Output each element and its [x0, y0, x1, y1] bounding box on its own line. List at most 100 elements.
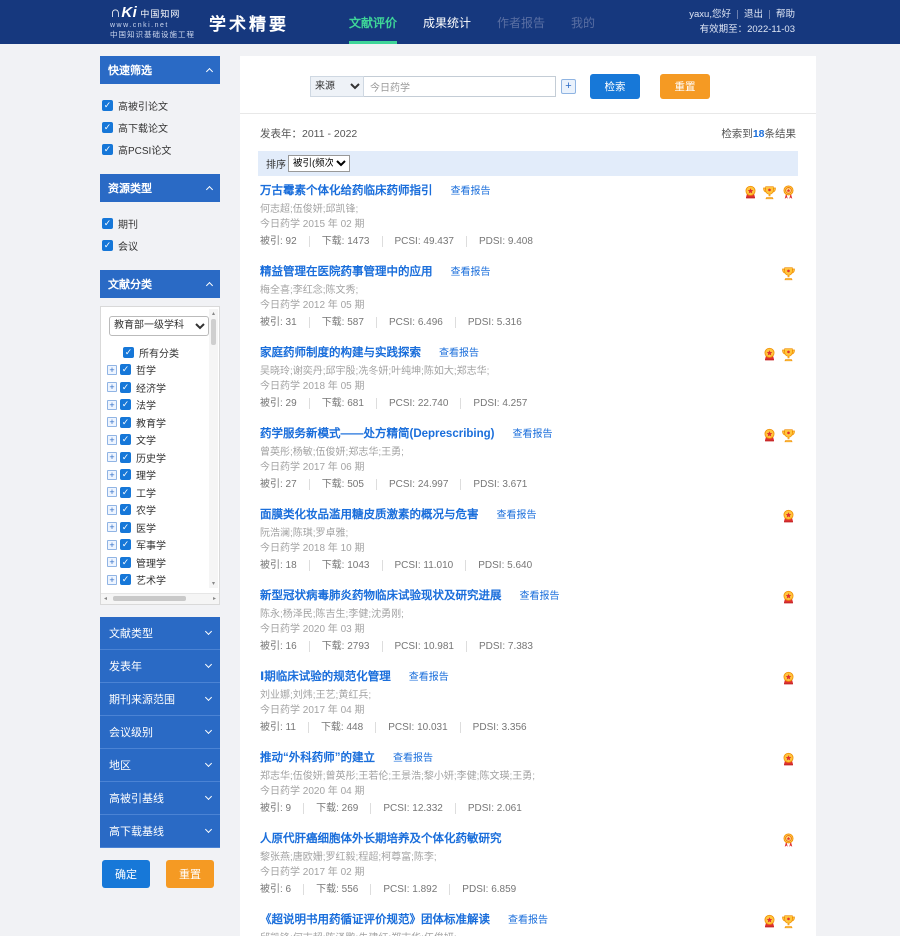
tree-item[interactable]: + ✓ 医学 — [107, 519, 207, 537]
cnki-logo[interactable]: ∩Ki 中国知网 www.cnki.net 中国知识基础设施工程 — [110, 5, 195, 39]
checkbox-checked-icon[interactable]: ✓ — [120, 556, 131, 568]
checkbox-checked-icon[interactable]: ✓ — [120, 399, 131, 411]
horizontal-scrollbar[interactable]: ◂ ▸ — [101, 592, 219, 604]
expand-plus-icon[interactable]: + — [107, 522, 117, 533]
nav-item-4[interactable]: 我的 — [571, 0, 595, 44]
search-reset-button[interactable]: 重置 — [660, 74, 710, 99]
quick-filter-option[interactable]: ✓ 高PCSI论文 — [102, 142, 218, 157]
checkbox-checked-icon[interactable]: ✓ — [102, 218, 113, 229]
tree-item-all[interactable]: ✓ 所有分类 — [107, 344, 207, 362]
confirm-button[interactable]: 确定 — [102, 859, 150, 888]
view-report-link[interactable]: 查看报告 — [497, 509, 537, 522]
result-title-link[interactable]: 药学服务新模式——处方精简(Deprescribing) — [260, 428, 495, 441]
sidebar-reset-button[interactable]: 重置 — [166, 859, 214, 888]
result-title-link[interactable]: 人原代肝癌细胞体外长期培养及个体化药敏研究 — [260, 833, 502, 846]
quick-filter-header[interactable]: 快速筛选 — [100, 56, 220, 84]
resource-type-option[interactable]: ✓ 期刊 — [102, 216, 218, 231]
nav-item-3[interactable]: 作者报告 — [497, 0, 545, 44]
view-report-link[interactable]: 查看报告 — [513, 428, 553, 441]
tree-item[interactable]: + ✓ 农学 — [107, 501, 207, 519]
scroll-down-icon[interactable]: ▾ — [212, 580, 215, 587]
tree-item[interactable]: + ✓ 文学 — [107, 431, 207, 449]
quick-filter-option[interactable]: ✓ 高下载论文 — [102, 120, 218, 135]
search-button[interactable]: 检索 — [590, 74, 640, 99]
logout-link[interactable]: 退出 — [744, 7, 763, 22]
checkbox-checked-icon[interactable]: ✓ — [120, 381, 131, 393]
checkbox-checked-icon[interactable]: ✓ — [123, 346, 134, 358]
add-condition-button[interactable]: + — [561, 79, 576, 94]
checkbox-checked-icon[interactable]: ✓ — [120, 504, 131, 516]
result-title-link[interactable]: 《超说明书用药循证评价规范》团体标准解读 — [260, 914, 490, 927]
result-title-link[interactable]: 家庭药师制度的构建与实践探索 — [260, 347, 421, 360]
tree-item[interactable]: + ✓ 法学 — [107, 396, 207, 414]
expand-plus-icon[interactable]: + — [107, 557, 117, 568]
checkbox-checked-icon[interactable]: ✓ — [120, 521, 131, 533]
expand-plus-icon[interactable]: + — [107, 382, 117, 393]
checkbox-checked-icon[interactable]: ✓ — [120, 416, 131, 428]
resource-type-option[interactable]: ✓ 会议 — [102, 238, 218, 253]
result-title-link[interactable]: Ⅰ期临床试验的规范化管理 — [260, 671, 391, 684]
tree-item[interactable]: + ✓ 经济学 — [107, 379, 207, 397]
source-select[interactable]: 来源 — [310, 76, 364, 97]
view-report-link[interactable]: 查看报告 — [508, 914, 548, 927]
sidebar-section-1[interactable]: 文献类型 — [100, 616, 220, 650]
tree-item[interactable]: + ✓ 历史学 — [107, 449, 207, 467]
tree-item[interactable]: + ✓ 工学 — [107, 484, 207, 502]
help-link[interactable]: 帮助 — [776, 7, 795, 22]
expand-plus-icon[interactable]: + — [107, 539, 117, 550]
checkbox-checked-icon[interactable]: ✓ — [102, 240, 113, 251]
checkbox-checked-icon[interactable]: ✓ — [120, 364, 131, 376]
expand-plus-icon[interactable]: + — [107, 487, 117, 498]
result-title-link[interactable]: 新型冠状病毒肺炎药物临床试验现状及研究进展 — [260, 590, 502, 603]
expand-plus-icon[interactable]: + — [107, 469, 117, 480]
resource-type-header[interactable]: 资源类型 — [100, 174, 220, 202]
sidebar-section-7[interactable]: 高下载基线 — [100, 814, 220, 848]
sidebar-section-6[interactable]: 高被引基线 — [100, 781, 220, 815]
view-report-link[interactable]: 查看报告 — [520, 590, 560, 603]
expand-plus-icon[interactable]: + — [107, 434, 117, 445]
checkbox-checked-icon[interactable]: ✓ — [120, 574, 131, 586]
checkbox-checked-icon[interactable]: ✓ — [102, 100, 113, 111]
sidebar-section-2[interactable]: 发表年 — [100, 649, 220, 683]
result-title-link[interactable]: 万古霉素个体化给药临床药师指引 — [260, 185, 433, 198]
search-input[interactable] — [364, 76, 556, 97]
checkbox-checked-icon[interactable]: ✓ — [102, 144, 113, 155]
discipline-select[interactable]: 教育部一级学科 — [109, 315, 209, 336]
nav-item-1[interactable]: 文献评价 — [349, 0, 398, 44]
result-title-link[interactable]: 面膜类化妆品滥用糖皮质激素的概况与危害 — [260, 509, 479, 522]
scroll-left-icon[interactable]: ◂ — [104, 595, 107, 602]
expand-plus-icon[interactable]: + — [107, 452, 117, 463]
scrollbar-thumb[interactable] — [113, 596, 187, 601]
view-report-link[interactable]: 查看报告 — [451, 185, 491, 198]
classification-header[interactable]: 文献分类 — [100, 270, 220, 298]
view-report-link[interactable]: 查看报告 — [409, 671, 449, 684]
checkbox-checked-icon[interactable]: ✓ — [120, 434, 131, 446]
expand-plus-icon[interactable]: + — [107, 399, 117, 410]
tree-item[interactable]: + ✓ 理学 — [107, 466, 207, 484]
sidebar-section-3[interactable]: 期刊来源范围 — [100, 682, 220, 716]
checkbox-checked-icon[interactable]: ✓ — [120, 539, 131, 551]
tree-item[interactable]: + ✓ 教育学 — [107, 414, 207, 432]
result-title-link[interactable]: 推动“外科药师”的建立 — [260, 752, 375, 765]
expand-plus-icon[interactable]: + — [107, 504, 117, 515]
checkbox-checked-icon[interactable]: ✓ — [120, 469, 131, 481]
vertical-scrollbar[interactable]: ▴ ▾ — [209, 309, 218, 588]
result-title-link[interactable]: 精益管理在医院药事管理中的应用 — [260, 266, 433, 279]
tree-item[interactable]: + ✓ 管理学 — [107, 554, 207, 572]
checkbox-checked-icon[interactable]: ✓ — [120, 451, 131, 463]
expand-plus-icon[interactable]: + — [107, 364, 117, 375]
view-report-link[interactable]: 查看报告 — [393, 752, 433, 765]
scrollbar-thumb[interactable] — [211, 319, 216, 345]
tree-item[interactable]: + ✓ 艺术学 — [107, 571, 207, 589]
view-report-link[interactable]: 查看报告 — [439, 347, 479, 360]
scroll-up-icon[interactable]: ▴ — [212, 310, 215, 317]
quick-filter-option[interactable]: ✓ 高被引论文 — [102, 98, 218, 113]
tree-item[interactable]: + ✓ 军事学 — [107, 536, 207, 554]
sort-select[interactable]: 被引(频次) — [288, 155, 350, 172]
sidebar-section-4[interactable]: 会议级别 — [100, 715, 220, 749]
checkbox-checked-icon[interactable]: ✓ — [120, 486, 131, 498]
nav-item-2[interactable]: 成果统计 — [423, 0, 471, 44]
view-report-link[interactable]: 查看报告 — [451, 266, 491, 279]
sidebar-section-5[interactable]: 地区 — [100, 748, 220, 782]
checkbox-checked-icon[interactable]: ✓ — [102, 122, 113, 133]
